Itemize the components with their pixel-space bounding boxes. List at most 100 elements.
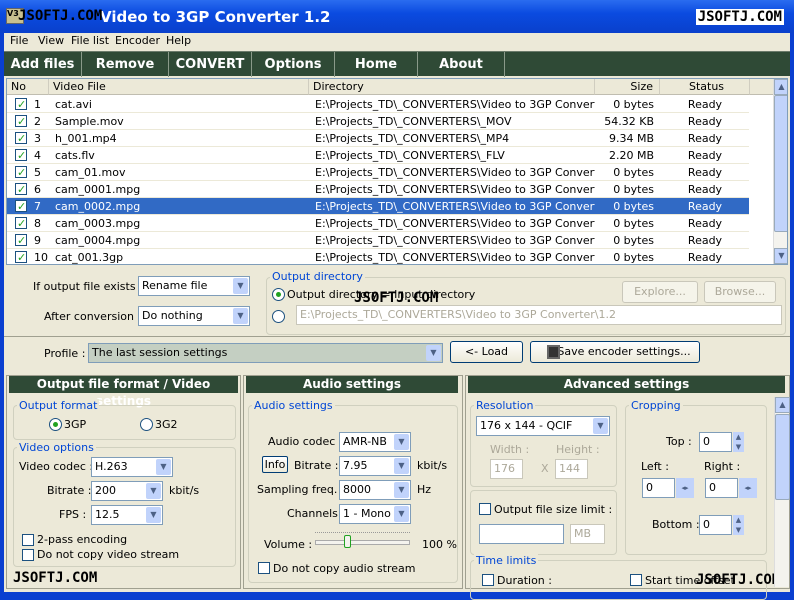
watermark: JSOFTJ.COM (696, 572, 781, 588)
size-unit-value: MB (574, 527, 592, 540)
crop-bottom-input[interactable]: 0 (699, 515, 732, 535)
audio-bitrate-select[interactable]: 7.95 ▼ (339, 456, 411, 476)
scroll-down-icon[interactable]: ▼ (774, 248, 787, 264)
explore-button[interactable]: Explore... (622, 281, 698, 303)
column-video-file[interactable]: Video File (49, 79, 309, 95)
row-checkbox[interactable] (15, 164, 27, 181)
outdir-same-radio[interactable] (272, 288, 285, 301)
chevron-down-icon: ▼ (146, 483, 161, 499)
profile-label: Profile : (44, 347, 86, 360)
codec-info-button[interactable]: Info (262, 456, 288, 473)
menu-encoder[interactable]: Encoder (115, 34, 160, 47)
crop-top-input[interactable]: 0 (699, 432, 732, 452)
table-row[interactable]: 4 cats.flv E:\Projects_TD\_CONVERTERS\_F… (7, 147, 749, 164)
column-size[interactable]: Size (595, 79, 660, 95)
resolution-select[interactable]: 176 x 144 - QCIF ▼ (476, 416, 610, 436)
row-checkbox[interactable] (15, 96, 27, 113)
remove-button[interactable]: Remove (82, 52, 169, 77)
scroll-thumb[interactable] (774, 95, 787, 232)
row-directory: E:\Projects_TD\_CONVERTERS\Video to 3GP … (315, 251, 595, 264)
size-unit-select[interactable]: MB (570, 524, 605, 544)
menu-file[interactable]: File (10, 34, 28, 47)
column-no[interactable]: No (7, 79, 49, 95)
row-status: Ready (687, 251, 723, 264)
row-checkbox[interactable] (15, 130, 27, 147)
duration-checkbox[interactable] (482, 574, 494, 586)
row-file: cam_0001.mpg (55, 183, 141, 196)
menu-file-list[interactable]: File list (71, 34, 109, 47)
height-input[interactable]: 144 (555, 459, 588, 479)
crop-left-input[interactable]: 0 (642, 478, 675, 498)
video-codec-select[interactable]: H.263 ▼ (91, 457, 173, 477)
row-size: 0 bytes (613, 183, 654, 196)
convert-button[interactable]: CONVERT (169, 52, 252, 77)
audio-codec-select[interactable]: AMR-NB ▼ (339, 432, 411, 452)
row-checkbox[interactable] (15, 113, 27, 130)
table-row[interactable]: 1 cat.avi E:\Projects_TD\_CONVERTERS\Vid… (7, 96, 749, 113)
add-files-button[interactable]: Add files (4, 52, 82, 77)
menu-view[interactable]: View (38, 34, 64, 47)
table-row[interactable]: 8 cam_0003.mpg E:\Projects_TD\_CONVERTER… (7, 215, 749, 232)
channels-value: 1 - Mono (343, 507, 391, 520)
table-row[interactable]: 5 cam_01.mov E:\Projects_TD\_CONVERTERS\… (7, 164, 749, 181)
no-copy-video-checkbox[interactable] (22, 549, 34, 561)
scroll-thumb[interactable] (775, 414, 790, 500)
volume-slider-track[interactable] (315, 540, 410, 545)
outdir-path-input[interactable]: E:\Projects_TD\_CONVERTERS\Video to 3GP … (296, 305, 782, 325)
size-limit-checkbox[interactable] (479, 503, 491, 515)
row-checkbox[interactable] (15, 147, 27, 164)
column-status[interactable]: Status (660, 79, 750, 95)
column-directory[interactable]: Directory (309, 79, 595, 95)
video-bitrate-select[interactable]: 200 ▼ (91, 481, 163, 501)
two-pass-checkbox[interactable] (22, 534, 34, 546)
video-settings-header: Output file format / Video settings (9, 376, 238, 408)
crop-bottom-spinner[interactable]: ▲ ▼ (733, 515, 744, 535)
row-checkbox[interactable] (15, 232, 27, 249)
save-encoder-settings-button[interactable]: Save encoder settings... (530, 341, 700, 363)
menu-help[interactable]: Help (166, 34, 191, 47)
two-pass-label: 2-pass encoding (37, 533, 128, 546)
scroll-up-icon[interactable]: ▲ (775, 397, 790, 413)
browse-button[interactable]: Browse... (704, 281, 776, 303)
home-page-button[interactable]: Home page (335, 52, 418, 97)
options-button[interactable]: Options (252, 52, 335, 77)
crop-right-input[interactable]: 0 (705, 478, 738, 498)
table-row[interactable]: 10 cat_001.3gp E:\Projects_TD\_CONVERTER… (7, 249, 749, 264)
row-checkbox[interactable] (15, 198, 27, 215)
if-exists-select[interactable]: Rename file ▼ (138, 276, 250, 296)
sampling-freq-select[interactable]: 8000 ▼ (339, 480, 411, 500)
crop-left-spinner[interactable]: ◂▸ (676, 478, 694, 498)
start-offset-checkbox[interactable] (630, 574, 642, 586)
outdir-custom-radio[interactable] (272, 310, 285, 323)
about-button[interactable]: About (418, 52, 505, 77)
row-checkbox[interactable] (15, 215, 27, 232)
size-limit-input[interactable] (479, 524, 564, 544)
volume-slider-thumb[interactable] (343, 535, 351, 548)
format-3gp-radio[interactable] (49, 418, 62, 431)
row-checkbox[interactable] (15, 181, 27, 198)
row-size: 2.20 MB (608, 149, 654, 162)
channels-select[interactable]: 1 - Mono ▼ (339, 504, 411, 524)
width-input[interactable]: 176 (490, 459, 523, 479)
chevron-down-icon: ▼ (394, 434, 409, 450)
row-no: 2 (34, 115, 41, 128)
table-row[interactable]: 3 h_001.mp4 E:\Projects_TD\_CONVERTERS\_… (7, 130, 749, 147)
table-row[interactable]: 9 cam_0004.mpg E:\Projects_TD\_CONVERTER… (7, 232, 749, 249)
table-row[interactable]: 6 cam_0001.mpg E:\Projects_TD\_CONVERTER… (7, 181, 749, 198)
if-exists-value: Rename file (142, 279, 208, 292)
audio-settings-title: Audio settings (252, 399, 335, 412)
advanced-scrollbar[interactable]: ▲ (774, 397, 790, 587)
scroll-up-icon[interactable]: ▲ (774, 79, 787, 95)
table-scrollbar[interactable]: ▲ ▼ (773, 79, 787, 264)
row-checkbox[interactable] (15, 249, 27, 264)
after-conversion-select[interactable]: Do nothing ▼ (138, 306, 250, 326)
format-3g2-radio[interactable] (140, 418, 153, 431)
load-profile-button[interactable]: <- Load (450, 341, 523, 363)
table-row[interactable]: 2 Sample.mov E:\Projects_TD\_CONVERTERS\… (7, 113, 749, 130)
crop-top-spinner[interactable]: ▲ ▼ (733, 432, 744, 452)
crop-right-spinner[interactable]: ◂▸ (739, 478, 757, 498)
table-row[interactable]: 7 cam_0002.mpg E:\Projects_TD\_CONVERTER… (7, 198, 749, 215)
no-copy-audio-checkbox[interactable] (258, 562, 270, 574)
fps-select[interactable]: 12.5 ▼ (91, 505, 163, 525)
profile-select[interactable]: The last session settings ▼ (88, 343, 443, 363)
